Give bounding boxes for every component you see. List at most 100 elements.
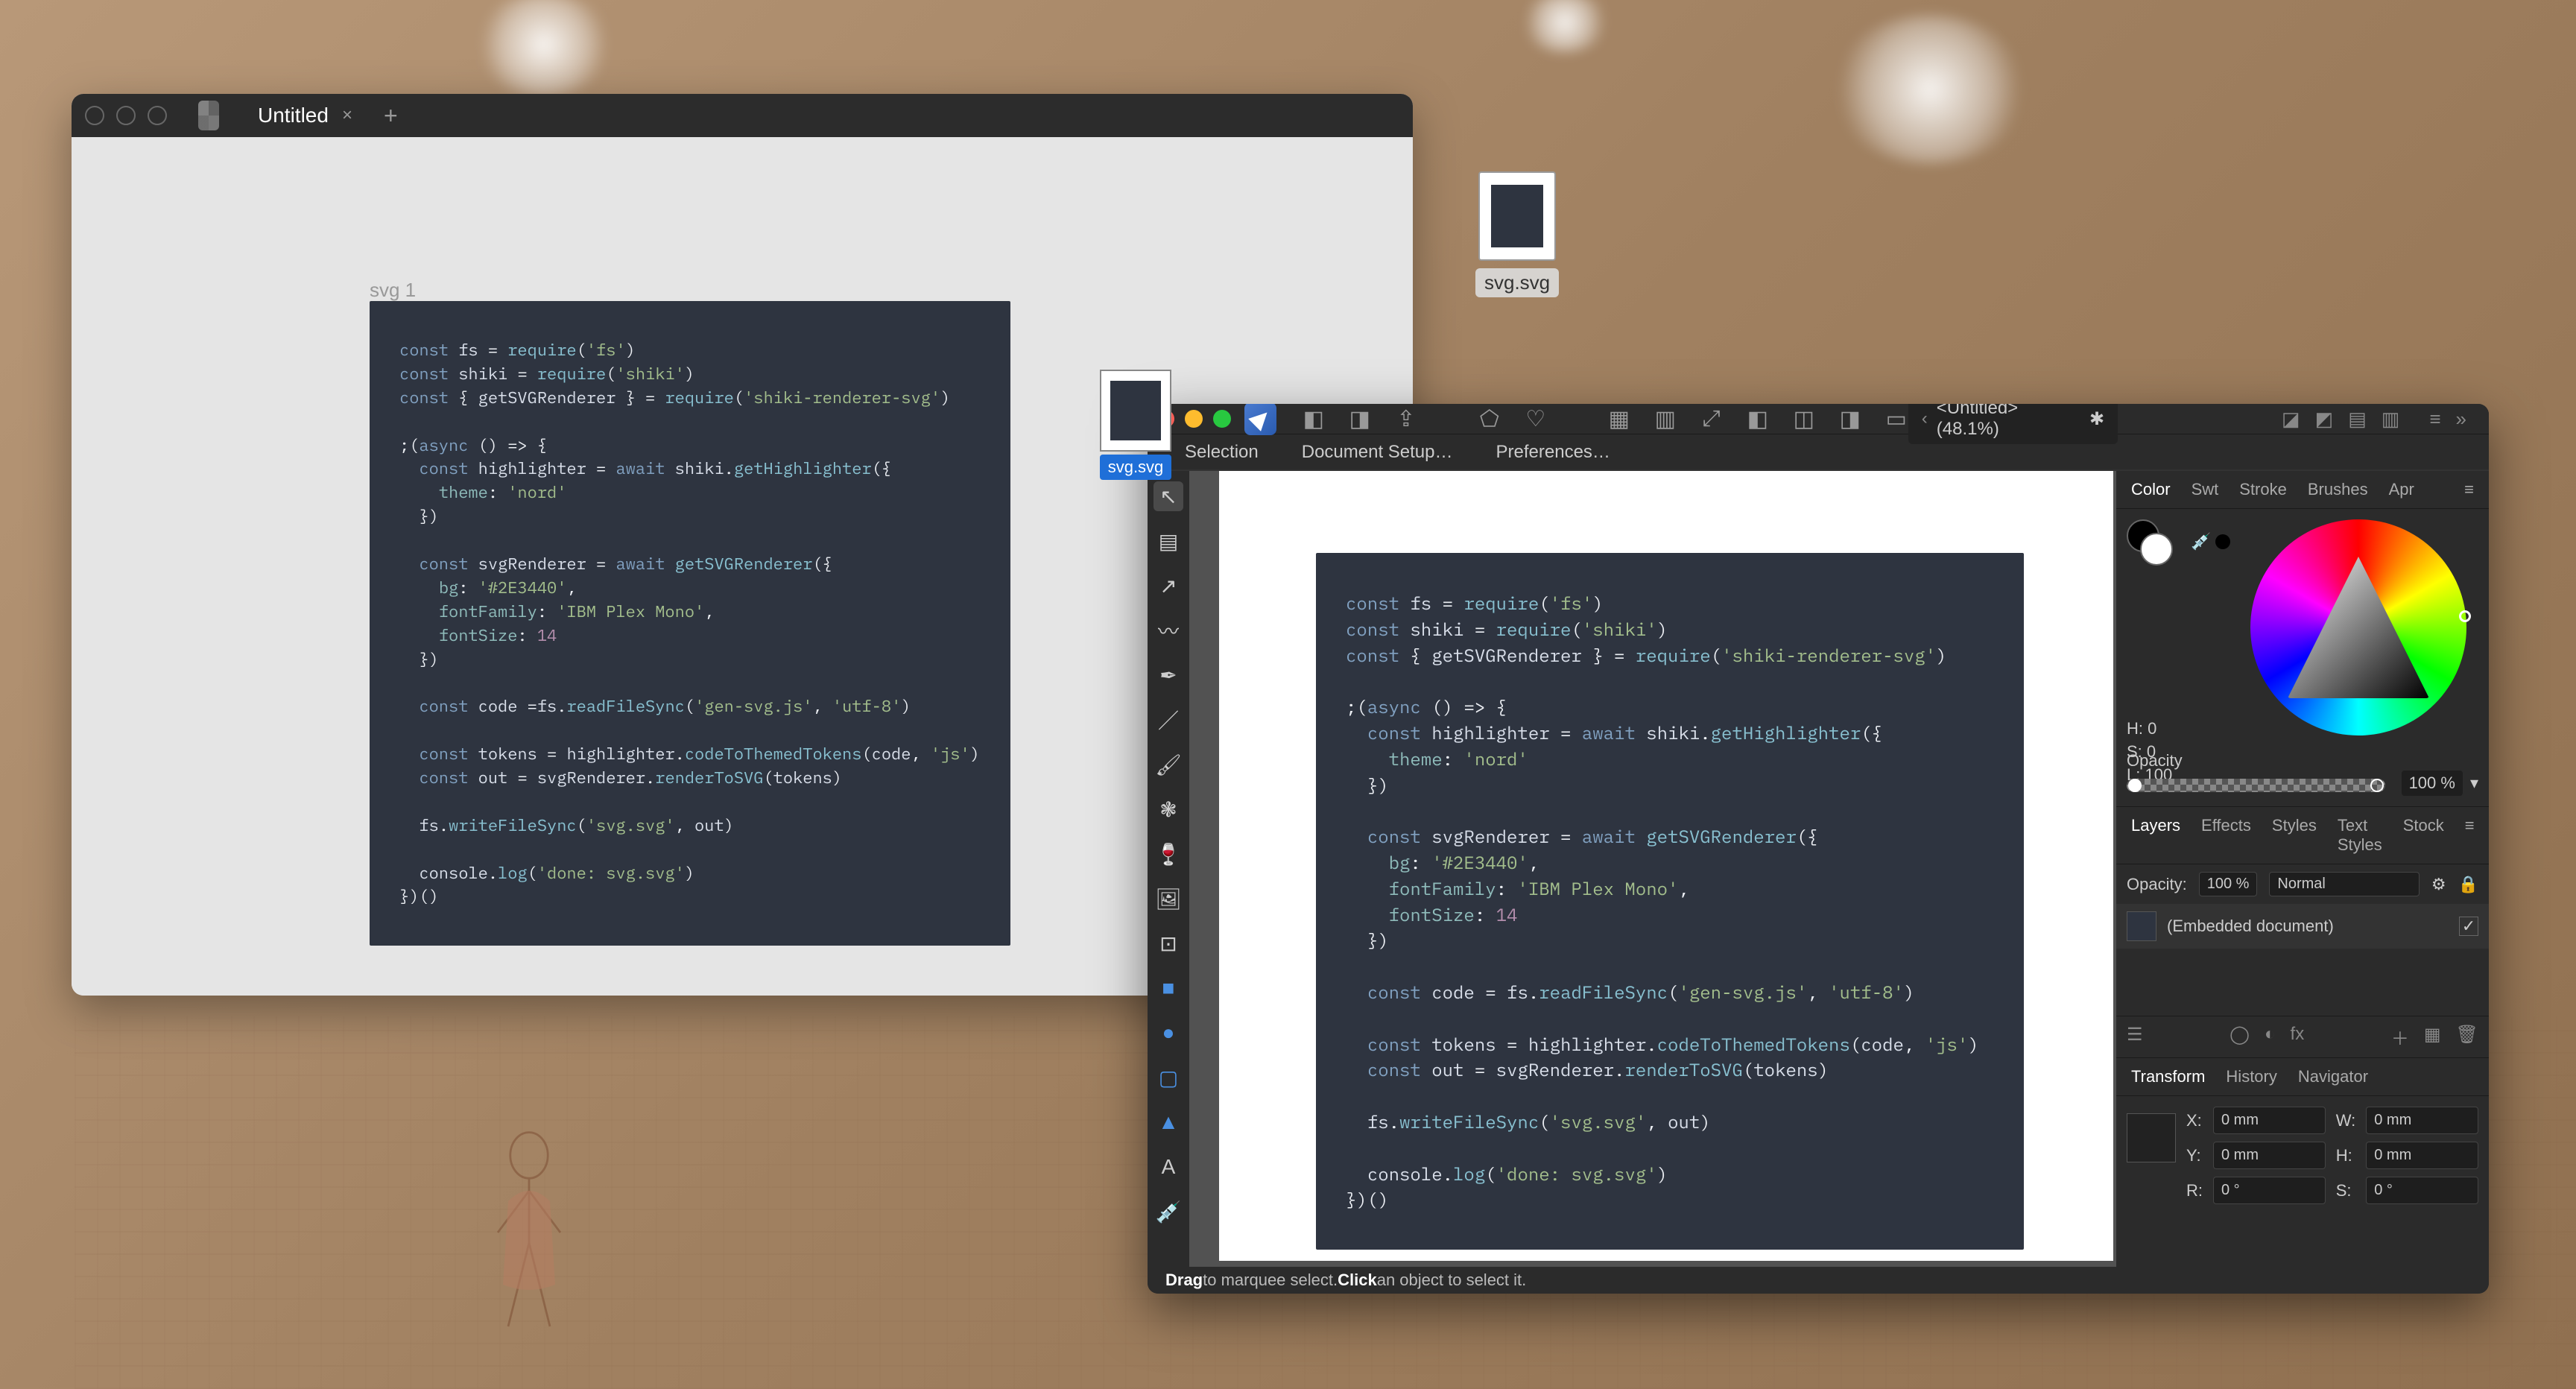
opacity-slider[interactable] <box>2127 779 2385 792</box>
snap-grid-icon[interactable]: ▦ <box>1607 407 1631 431</box>
adjustment-icon[interactable]: ◐ <box>2265 1024 2276 1050</box>
overflow-icon[interactable]: » <box>2456 408 2466 431</box>
tab-effects[interactable]: Effects <box>2192 810 2260 861</box>
preferences-button[interactable]: Preferences… <box>1486 439 1621 466</box>
align-center-icon[interactable]: ◫ <box>1792 407 1816 431</box>
brush-tool-icon[interactable]: ／ <box>1153 705 1183 735</box>
window-close-button[interactable] <box>85 106 104 125</box>
figma-tab[interactable]: Untitled × <box>250 99 360 132</box>
artboard-tool-icon[interactable]: ▤ <box>1153 526 1183 556</box>
spray-tool-icon[interactable]: ❃ <box>1153 794 1183 824</box>
triangle-tool-icon[interactable]: ▲ <box>1153 1107 1183 1137</box>
y-input[interactable]: 0 mm <box>2213 1142 2326 1169</box>
window-zoom-button[interactable] <box>148 106 167 125</box>
rounded-rect-tool-icon[interactable]: ▢ <box>1153 1063 1183 1092</box>
window-zoom-button[interactable] <box>1213 410 1231 428</box>
trash-icon[interactable]: 🗑 <box>2456 1024 2478 1050</box>
persona-pixel-icon[interactable]: ◨ <box>1348 407 1372 431</box>
window-minimize-button[interactable] <box>1185 410 1203 428</box>
rectangle-tool-icon[interactable]: ■ <box>1153 973 1183 1003</box>
transform-icon[interactable]: ⤢ <box>1700 407 1724 431</box>
right-panels: Color Swt Stroke Brushes Apr ≡ 💉 <box>2116 471 2489 1267</box>
arrange-icon[interactable]: ▥ <box>2382 408 2400 431</box>
layer-visibility-checkbox[interactable]: ✓ <box>2459 917 2478 936</box>
s-input[interactable]: 0 ° <box>2366 1177 2478 1204</box>
layers-stack-icon[interactable]: ☰ <box>2127 1024 2143 1050</box>
figma-logo-icon[interactable] <box>198 101 219 130</box>
affinity-canvas[interactable]: const fs = require('fs') const shiki = r… <box>1189 471 2116 1267</box>
sampled-color[interactable] <box>2215 534 2230 549</box>
document-setup-button[interactable]: Document Setup… <box>1291 439 1463 466</box>
h-input[interactable]: 0 mm <box>2366 1142 2478 1169</box>
panel-menu-icon[interactable]: ≡ <box>2455 474 2483 505</box>
image-tool-icon[interactable]: 🖼 <box>1153 884 1183 914</box>
layer-item[interactable]: (Embedded document) ✓ <box>2116 904 2489 949</box>
fill-swatch[interactable] <box>2140 533 2173 566</box>
tab-stock[interactable]: Stock <box>2394 810 2453 861</box>
r-input[interactable]: 0 ° <box>2213 1177 2326 1204</box>
tab-history[interactable]: History <box>2217 1061 2285 1092</box>
heart-icon[interactable]: ♡ <box>1524 407 1548 431</box>
tab-stroke[interactable]: Stroke <box>2230 474 2296 505</box>
embedded-svg[interactable]: const fs = require('fs') const shiki = r… <box>1316 553 2024 1250</box>
tab-styles[interactable]: Styles <box>2263 810 2326 861</box>
color-wheel[interactable] <box>2250 519 2466 735</box>
tab-text-styles[interactable]: Text Styles <box>2329 810 2391 861</box>
text-tool-icon[interactable]: A <box>1153 1152 1183 1182</box>
align-right-icon[interactable]: ◨ <box>1838 407 1862 431</box>
duplicate-icon[interactable]: ▦ <box>2424 1024 2441 1050</box>
layer-opacity-value[interactable]: 100 % <box>2199 872 2258 896</box>
gear-icon[interactable]: ⚙ <box>2431 875 2446 894</box>
lock-icon[interactable]: 🔒 <box>2458 875 2478 894</box>
blend-mode-select[interactable]: Normal <box>2269 872 2419 896</box>
share-icon[interactable]: ⇪ <box>1394 407 1418 431</box>
distribute-icon[interactable]: ▭ <box>1884 407 1908 431</box>
mask-icon[interactable]: ◯ <box>2230 1024 2250 1050</box>
pen-tool-icon[interactable]: ✒ <box>1153 660 1183 690</box>
polygon-icon[interactable]: ⬠ <box>1478 407 1501 431</box>
slider-end-knob[interactable] <box>2370 779 2384 792</box>
slider-knob[interactable] <box>2128 779 2142 792</box>
arrange-icon[interactable]: ◪ <box>2282 408 2300 431</box>
add-layer-icon[interactable]: ＋ <box>2391 1024 2409 1050</box>
tab-layers[interactable]: Layers <box>2122 810 2189 861</box>
arrange-icon[interactable]: ▤ <box>2348 408 2367 431</box>
tab-navigator[interactable]: Navigator <box>2289 1061 2377 1092</box>
tab-transform[interactable]: Transform <box>2122 1061 2214 1092</box>
chevron-left-icon[interactable]: ‹ <box>1922 408 1928 429</box>
glass-tool-icon[interactable]: 🍷 <box>1153 839 1183 869</box>
snap-bounds-icon[interactable]: ▥ <box>1653 407 1677 431</box>
dropdown-icon[interactable]: ▾ <box>2470 773 2478 793</box>
move-tool-icon[interactable]: ↖ <box>1153 481 1183 511</box>
arrange-icon[interactable]: ◩ <box>2315 408 2334 431</box>
window-minimize-button[interactable] <box>116 106 136 125</box>
opacity-value[interactable]: 100 % <box>2402 771 2463 796</box>
persona-designer-icon[interactable]: ◧ <box>1302 407 1326 431</box>
crop-tool-icon[interactable]: ⊡ <box>1153 928 1183 958</box>
add-tab-button[interactable]: + <box>369 102 413 130</box>
tab-swatches[interactable]: Swt <box>2183 474 2228 505</box>
paint-tool-icon[interactable]: 🖌 <box>1153 750 1183 779</box>
x-input[interactable]: 0 mm <box>2213 1107 2326 1134</box>
fx-icon[interactable]: fx <box>2291 1024 2305 1050</box>
desktop-file-svg[interactable]: svg.svg <box>1475 171 1559 297</box>
w-input[interactable]: 0 mm <box>2366 1107 2478 1134</box>
anchor-selector[interactable] <box>2127 1113 2176 1162</box>
tab-appearance[interactable]: Apr <box>2380 474 2423 505</box>
align-left-icon[interactable]: ◧ <box>1746 407 1770 431</box>
hue-indicator[interactable] <box>2459 610 2471 622</box>
document-title-pill[interactable]: ‹ <Untitled> (48.1%) ✱ <box>1908 404 2118 444</box>
node-tool-icon[interactable]: ↗ <box>1153 571 1183 601</box>
code-frame[interactable]: const fs = require('fs') const shiki = r… <box>370 301 1010 946</box>
tab-color[interactable]: Color <box>2122 474 2180 505</box>
eyedropper-tool-icon[interactable]: 💉 <box>1153 1197 1183 1227</box>
eyedropper-icon[interactable]: 💉 <box>2191 532 2211 551</box>
tab-close-icon[interactable]: × <box>342 105 352 126</box>
frame-label[interactable]: svg 1 <box>370 279 416 302</box>
tab-brushes[interactable]: Brushes <box>2299 474 2377 505</box>
figma-titlebar[interactable]: Untitled × + <box>72 94 1413 137</box>
pencil-tool-icon[interactable]: 〰 <box>1153 616 1183 645</box>
ellipse-tool-icon[interactable]: ● <box>1153 1018 1183 1048</box>
panel-menu-icon[interactable]: ≡ <box>2456 810 2484 861</box>
menu-icon[interactable]: ≡ <box>2429 408 2440 431</box>
